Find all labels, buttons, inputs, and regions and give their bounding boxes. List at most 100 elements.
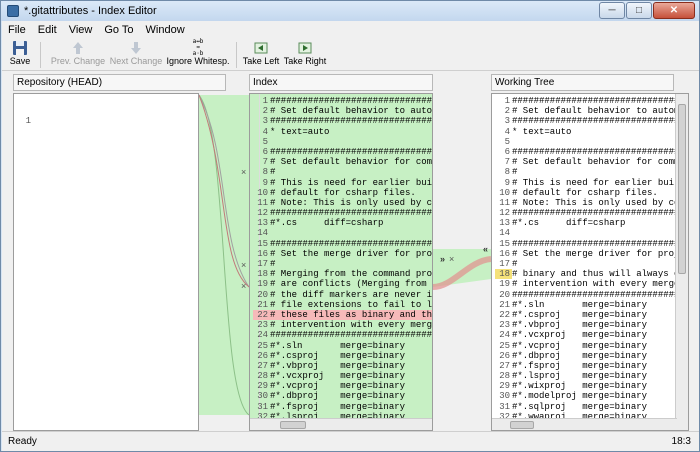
take-right-button[interactable]: Take Right <box>284 39 326 71</box>
code-line[interactable]: 24 #*.vcxproj merge=binary <box>495 330 688 340</box>
discard-change-icon[interactable]: × <box>449 254 454 264</box>
code-line[interactable]: 3#######################################… <box>253 116 432 127</box>
code-line[interactable]: 8 # <box>495 167 688 178</box>
code-line[interactable]: 12######################################… <box>253 208 432 219</box>
next-change-button[interactable]: Next Change <box>108 39 164 71</box>
code-line[interactable]: 1#######################################… <box>253 96 432 106</box>
code-line[interactable]: 23 #*.vbproj merge=binary <box>495 320 688 330</box>
code-line[interactable]: 17 # <box>253 259 432 269</box>
code-line[interactable]: 28 #*.lsproj merge=binary <box>495 371 688 381</box>
toolbar: Save Prev. Change Next Change a↔b ≈ a·b … <box>2 38 699 71</box>
code-line[interactable]: 27 #*.fsproj merge=binary <box>495 361 688 371</box>
code-line[interactable]: 19# are conflicts (Merging from VS is no… <box>253 279 432 289</box>
code-line[interactable]: 3#######################################… <box>495 116 688 126</box>
code-line[interactable]: 9# This is need for earlier builds of ms… <box>495 178 688 188</box>
code-line[interactable]: 7# Set default behavior for command prom… <box>253 157 432 167</box>
line-number: 12 <box>257 208 268 219</box>
code-line[interactable]: 8 # <box>253 167 432 177</box>
code-line[interactable]: 13 #*.cs diff=csharp <box>253 218 432 228</box>
code-line[interactable]: 10 # default for csharp files. <box>253 187 432 198</box>
code-line[interactable]: 25 #*.sln merge=binary <box>253 341 432 351</box>
arrow-up-icon <box>71 39 85 56</box>
repository-pane[interactable]: 1 <box>13 93 199 431</box>
discard-change-icon[interactable]: × <box>241 281 246 291</box>
code-line[interactable]: 14 <box>495 228 688 238</box>
code-line[interactable]: 20# the diff markers are never inserted)… <box>253 290 432 300</box>
code-line[interactable]: 30 #*.modelproj merge=binary <box>495 391 688 401</box>
code-line[interactable]: 11# Note: This is only used by command l… <box>253 198 432 208</box>
save-button[interactable]: Save <box>6 39 34 71</box>
code-line[interactable]: 24######################################… <box>253 330 432 340</box>
close-button[interactable]: ✕ <box>653 2 695 19</box>
scroll-thumb[interactable] <box>678 104 686 274</box>
code-line[interactable]: 21 #*.sln merge=binary <box>495 300 688 310</box>
prev-change-button[interactable]: Prev. Change <box>50 39 106 71</box>
code-line[interactable]: 18# binary and thus will always conflict… <box>495 269 688 280</box>
code-line[interactable]: 26 #*.csproj merge=binary <box>253 351 432 361</box>
code-line[interactable]: 18# Merging from the command prompt will… <box>253 269 432 279</box>
code-line[interactable]: 5 <box>253 137 432 147</box>
ignore-whitespace-button[interactable]: a↔b ≈ a·b Ignore Whitesp. <box>166 38 230 71</box>
line-number: 21 <box>257 299 268 310</box>
code-line[interactable]: 13 #*.cs diff=csharp <box>495 218 688 228</box>
code-line[interactable]: 6#######################################… <box>495 147 688 157</box>
code-line[interactable]: 11# Note: This is only used by command l… <box>495 198 688 208</box>
minimize-button[interactable]: ─ <box>599 2 625 19</box>
code-line[interactable]: 26 #*.dbproj merge=binary <box>495 351 688 361</box>
code-line[interactable]: 16# Set the merge driver for project and… <box>495 249 688 259</box>
code-line[interactable]: 4 * text=auto <box>495 127 688 137</box>
code-line[interactable]: 21# file extensions to fail to load in V… <box>253 299 432 310</box>
scroll-thumb[interactable] <box>510 421 534 429</box>
line-number: 29 <box>499 381 510 392</box>
code-line[interactable]: 12######################################… <box>495 208 688 218</box>
code-line[interactable]: 5 <box>495 137 688 147</box>
code-line[interactable]: 19# intervention with every merge. To do… <box>495 279 688 289</box>
code-line[interactable]: 6#######################################… <box>253 147 432 157</box>
code-line[interactable]: 15######################################… <box>495 239 688 249</box>
working-tree-vertical-scrollbar[interactable] <box>675 94 688 430</box>
menu-goto[interactable]: Go To <box>98 24 139 36</box>
code-line[interactable]: 10 # default for csharp files. <box>495 188 688 198</box>
code-line[interactable]: 30 #*.dbproj merge=binary <box>253 391 432 401</box>
code-line[interactable]: 23# intervention with every merge. To do… <box>253 320 432 330</box>
index-horizontal-scrollbar[interactable] <box>250 418 432 430</box>
line-number: 10 <box>257 187 268 198</box>
code-line[interactable]: 22# these files as binary and thus will … <box>253 309 432 321</box>
code-line[interactable]: 20######################################… <box>495 290 688 300</box>
working-tree-horizontal-scrollbar[interactable] <box>492 418 677 430</box>
code-line[interactable]: 4 * text=auto <box>253 127 432 137</box>
menu-window[interactable]: Window <box>140 24 191 36</box>
line-number: 3 <box>262 116 268 127</box>
code-line[interactable]: 31 #*.fsproj merge=binary <box>253 402 432 412</box>
code-line[interactable]: 9# This is need for earlier builds of ms… <box>253 178 432 188</box>
menu-edit[interactable]: Edit <box>32 24 63 36</box>
code-line[interactable]: 2# Set default behavior to automatically… <box>253 106 432 116</box>
code-line[interactable]: 22 #*.csproj merge=binary <box>495 310 688 320</box>
discard-change-icon[interactable]: × <box>241 167 246 177</box>
code-line[interactable]: 15######################################… <box>253 238 433 249</box>
code-line[interactable]: 31 #*.sqlproj merge=binary <box>495 402 688 412</box>
code-line[interactable]: 29 #*.vcproj merge=binary <box>253 381 432 391</box>
take-right-arrow-icon[interactable]: » <box>440 254 445 264</box>
code-line[interactable]: 28 #*.vcxproj merge=binary <box>253 371 432 381</box>
code-line[interactable]: 2# Set default behavior to automatically… <box>495 106 688 116</box>
code-line[interactable]: 27 #*.vbproj merge=binary <box>253 361 432 371</box>
menu-file[interactable]: File <box>2 24 32 36</box>
menu-view[interactable]: View <box>63 24 99 36</box>
code-line[interactable]: 17 # <box>495 259 688 269</box>
discard-change-icon[interactable]: × <box>241 260 246 270</box>
line-text: ########################################… <box>270 238 433 249</box>
code-line[interactable]: 16# Set the merge driver for project and… <box>253 249 432 259</box>
code-line[interactable]: 29 #*.wixproj merge=binary <box>495 381 688 392</box>
take-left-button[interactable]: Take Left <box>242 39 280 71</box>
working-tree-pane[interactable]: 1#######################################… <box>491 93 689 431</box>
code-line[interactable]: 25 #*.vcproj merge=binary <box>495 341 688 351</box>
index-pane[interactable]: 1#######################################… <box>249 93 433 431</box>
maximize-button[interactable]: □ <box>626 2 652 19</box>
code-line[interactable]: 7# Set default behavior for command prom… <box>495 157 688 167</box>
code-line[interactable]: 1#######################################… <box>495 96 688 106</box>
scroll-thumb[interactable] <box>280 421 306 429</box>
take-left-arrow-icon[interactable]: « <box>483 244 488 254</box>
code-line[interactable]: 14 <box>253 228 432 238</box>
line-text: # <box>512 167 518 178</box>
